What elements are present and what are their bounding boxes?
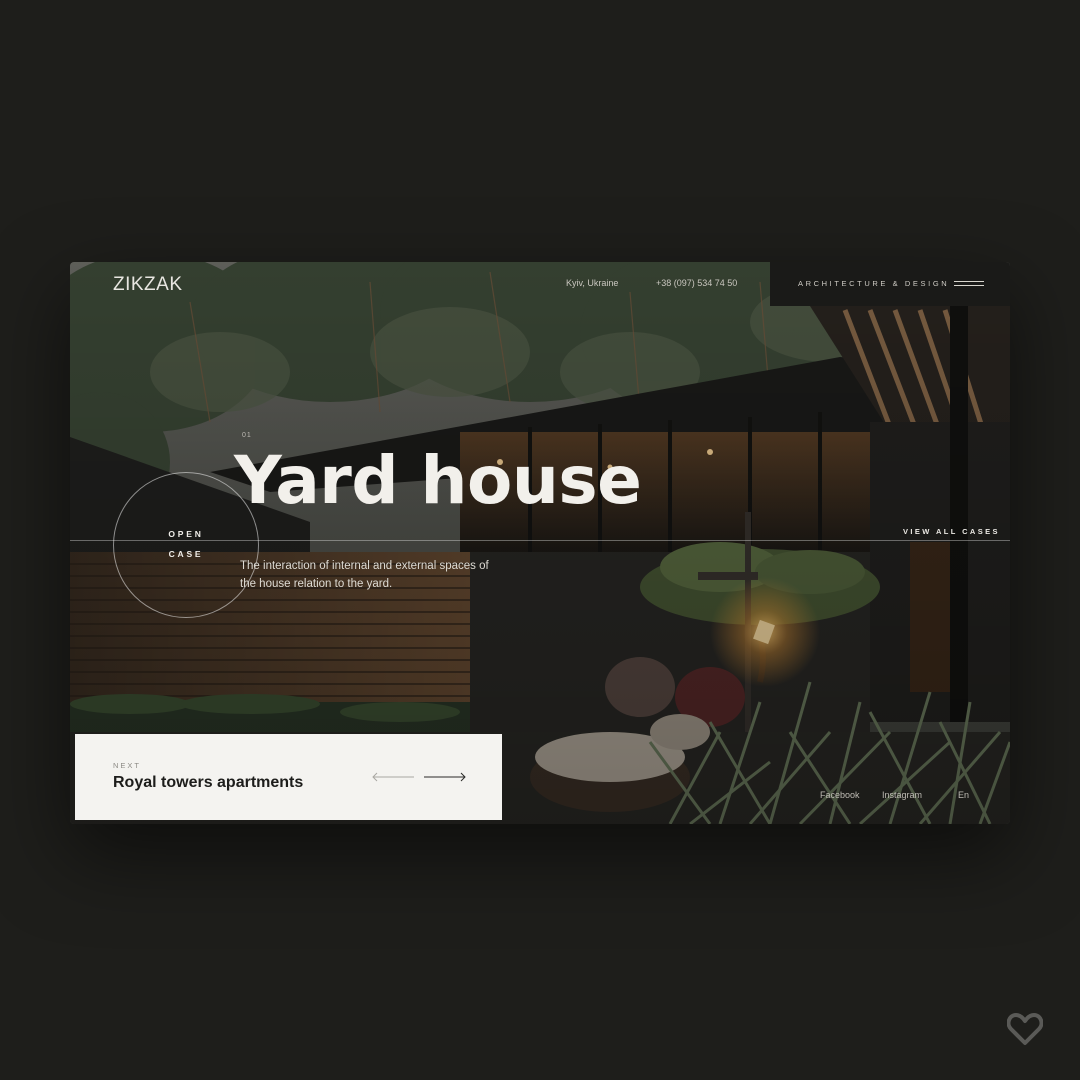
header-right-panel: ARCHITECTURE & DESIGN — [770, 262, 1010, 306]
case-index: 01 — [242, 432, 252, 439]
facebook-link[interactable]: Facebook — [820, 790, 860, 800]
next-label: NEXT — [113, 761, 142, 770]
hamburger-icon[interactable] — [954, 277, 984, 291]
arrow-right-icon[interactable] — [423, 772, 467, 782]
hero-description: The interaction of internal and external… — [240, 560, 489, 590]
tagline: ARCHITECTURE & DESIGN — [798, 279, 950, 288]
phone-link[interactable]: +38 (097) 534 74 50 — [656, 278, 737, 288]
open-case-button[interactable]: OPEN CASE — [166, 524, 206, 564]
heart-icon — [1007, 1013, 1043, 1045]
open-case-label-line2: CASE — [168, 549, 204, 559]
instagram-link[interactable]: Instagram — [882, 790, 922, 800]
view-all-cases-link[interactable]: VIEW ALL CASES — [903, 527, 1000, 536]
arrow-left-icon[interactable] — [371, 772, 415, 782]
website-preview: ZIKZAK Kyiv, Ukraine +38 (097) 534 74 50… — [70, 262, 1010, 824]
next-project-card[interactable]: NEXT Royal towers apartments — [75, 734, 502, 820]
language-switch[interactable]: En — [958, 790, 969, 800]
page-title: Yard house — [234, 442, 642, 519]
open-case-label-line1: OPEN — [168, 529, 204, 539]
location-text: Kyiv, Ukraine — [566, 278, 619, 288]
next-project-title: Royal towers apartments — [113, 774, 304, 791]
brand-logo[interactable]: ZIKZAK — [113, 274, 183, 296]
